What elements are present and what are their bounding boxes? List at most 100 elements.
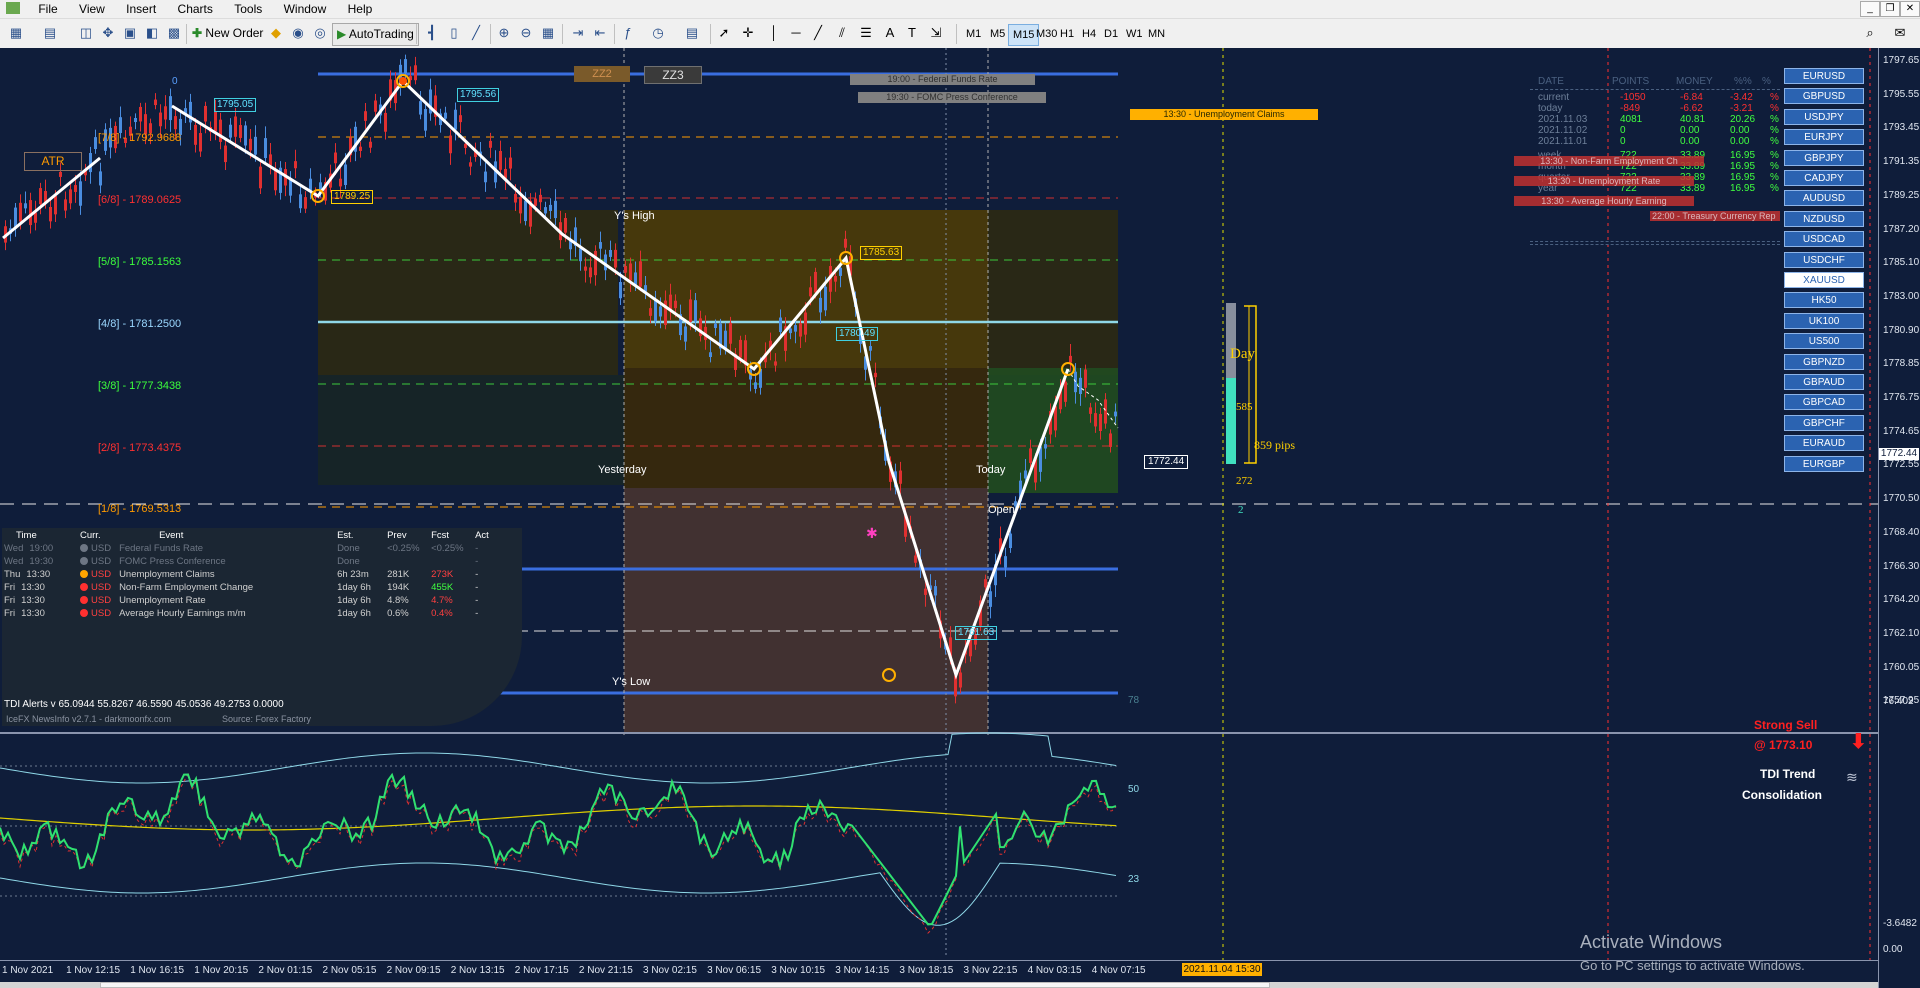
symbol-button-cadjpy[interactable]: CADJPY (1784, 170, 1864, 186)
symbol-button-eurusd[interactable]: EURUSD (1784, 68, 1864, 84)
cursor-icon[interactable]: ➚ (716, 25, 732, 41)
timeframe-mn[interactable]: MN (1144, 24, 1169, 44)
symbol-button-usdchf[interactable]: USDCHF (1784, 251, 1864, 268)
activate-windows-title: Activate Windows (1580, 932, 1723, 952)
menu-file[interactable]: File (29, 0, 66, 18)
tdi-indicator (0, 732, 1117, 934)
news-est: 6h 23m (337, 569, 369, 580)
atr-label[interactable]: ATR (24, 152, 82, 171)
menu-charts[interactable]: Charts (169, 0, 222, 18)
symbol-button-gbpusd[interactable]: GBPUSD (1784, 88, 1864, 105)
trendline-icon[interactable]: ╱ (810, 25, 826, 41)
news-currency: USD (76, 581, 115, 594)
current-price-tag: 1772.44 (1144, 455, 1189, 469)
bar-chart-icon[interactable]: ┫ (424, 25, 440, 41)
text-icon[interactable]: A (882, 25, 898, 41)
chart-shift-icon[interactable]: ⇤ (592, 25, 608, 41)
symbol-button-audusd[interactable]: AUDUSD (1784, 190, 1864, 207)
symbol-button-uk100[interactable]: UK100 (1784, 312, 1864, 329)
symbol-button-usdcad[interactable]: USDCAD (1784, 231, 1864, 248)
day-pips: 859 pips (1254, 438, 1296, 452)
candlestick-icon[interactable]: ▯ (446, 25, 462, 41)
tester-icon[interactable]: ▩ (166, 25, 182, 41)
close-icon[interactable]: ✕ (1900, 1, 1920, 17)
fibonacci-icon[interactable]: ☰ (858, 25, 874, 41)
news-day: Thu (4, 569, 21, 580)
auto-scroll-icon[interactable]: ⇥ (570, 25, 586, 41)
tile-windows-icon[interactable]: ▦ (540, 25, 556, 41)
stats-header-pct2: % (1762, 76, 1771, 87)
menu-insert[interactable]: Insert (117, 0, 165, 18)
signals-icon[interactable]: ◎ (312, 25, 328, 41)
search-icon[interactable]: ⌕ (1862, 25, 1878, 41)
news-currency: USD (76, 594, 115, 607)
news-time-value: 19:00 (29, 543, 54, 554)
menu-view[interactable]: View (70, 0, 114, 18)
profiles-icon[interactable]: ▤ (42, 25, 58, 41)
impact-dot-icon (80, 596, 88, 604)
chart-window[interactable]: ✱ ⬇ ≋ ATR 0 ZZ2 ZZ3 19:00 - Federal Fund… (0, 48, 1920, 988)
new-chart-icon[interactable]: ▦ (8, 25, 24, 41)
news-prev: <0.25% (387, 543, 420, 554)
symbol-button-gbpcad[interactable]: GBPCAD (1784, 394, 1864, 411)
symbol-button-gbpnzd[interactable]: GBPNZD (1784, 353, 1864, 370)
arrows-icon[interactable]: ⇲ (928, 25, 944, 41)
symbol-button-us500[interactable]: US500 (1784, 333, 1864, 350)
symbol-button-gbpjpy[interactable]: GBPJPY (1784, 149, 1864, 166)
symbol-button-gbpaud[interactable]: GBPAUD (1784, 374, 1864, 390)
line-chart-icon[interactable]: ╱ (468, 25, 484, 41)
zz2-button[interactable]: ZZ2 (574, 66, 630, 82)
symbol-button-eurgbp[interactable]: EURGBP (1784, 455, 1864, 472)
autotrading-icon: ▶ (337, 27, 347, 41)
symbol-button-usdjpy[interactable]: USDJPY (1784, 108, 1864, 125)
menu-window[interactable]: Window (275, 0, 336, 18)
menu-help[interactable]: Help (339, 0, 382, 18)
news-header-fcst: Fcst (431, 529, 450, 541)
timeframe-m5[interactable]: M5 (986, 24, 1009, 44)
symbol-button-hk50[interactable]: HK50 (1784, 292, 1864, 309)
new-order-button[interactable]: ✚ New Order (192, 23, 263, 44)
zoom-out-icon[interactable]: ⊖ (518, 25, 534, 41)
symbol-button-gbpchf[interactable]: GBPCHF (1784, 414, 1864, 431)
templates-icon[interactable]: ▤ (684, 25, 700, 41)
price-tick: 1789.25 (1883, 189, 1920, 201)
menu-tools[interactable]: Tools (225, 0, 271, 18)
navigator-icon[interactable]: ✥ (100, 25, 116, 41)
yesterday-label: Yesterday (598, 464, 647, 476)
horizontal-scrollbar[interactable] (0, 982, 1878, 988)
text-label-icon[interactable]: T (904, 25, 920, 41)
zz-label-5: 1780.49 (836, 327, 879, 341)
timeframe-d1[interactable]: D1 (1100, 24, 1122, 44)
symbol-button-nzdusd[interactable]: NZDUSD (1784, 210, 1864, 227)
channel-icon[interactable]: ⫽ (834, 25, 850, 41)
timeframe-h4[interactable]: H4 (1078, 24, 1100, 44)
symbol-button-euraud[interactable]: EURAUD (1784, 435, 1864, 452)
meta-editor-icon[interactable]: ◆ (268, 25, 284, 41)
restore-icon[interactable]: ❐ (1880, 1, 1900, 17)
zoom-in-icon[interactable]: ⊕ (496, 25, 512, 41)
timeframe-w1[interactable]: W1 (1122, 24, 1147, 44)
community-icon[interactable]: ◉ (290, 25, 306, 41)
stats-p2: % (1770, 125, 1779, 136)
timeframe-h1[interactable]: H1 (1056, 24, 1078, 44)
news-currency-label: USD (91, 569, 112, 580)
price-axis[interactable]: 1797.65 1795.55 1793.45 1791.35 1789.25 1787.… (1878, 48, 1920, 988)
data-window-icon[interactable]: ▣ (122, 25, 138, 41)
symbol-button-eurjpy[interactable]: EURJPY (1784, 129, 1864, 146)
time-tick: 2 Nov 09:15 (386, 965, 441, 976)
zz3-button[interactable]: ZZ3 (644, 66, 702, 84)
news-header-row: Time Curr. Event Est. Prev Fcst Act (2, 528, 499, 542)
chat-icon[interactable]: ✉ (1892, 25, 1908, 41)
timeframe-m1[interactable]: M1 (962, 24, 985, 44)
indicators-icon[interactable]: ƒ (620, 25, 636, 41)
symbol-button-xauusd[interactable]: XAUUSD (1784, 272, 1864, 288)
periods-icon[interactable]: ◷ (650, 25, 666, 41)
horizontal-line-icon[interactable]: ─ (788, 25, 804, 41)
market-watch-icon[interactable]: ◫ (78, 25, 94, 41)
stats-header-date: DATE (1538, 76, 1564, 87)
minimize-icon[interactable]: _ (1860, 1, 1880, 17)
vertical-line-icon[interactable]: │ (766, 25, 782, 41)
crosshair-icon[interactable]: ✛ (740, 25, 756, 41)
autotrading-button[interactable]: ▶ AutoTrading (332, 23, 419, 46)
terminal-icon[interactable]: ◧ (144, 25, 160, 41)
